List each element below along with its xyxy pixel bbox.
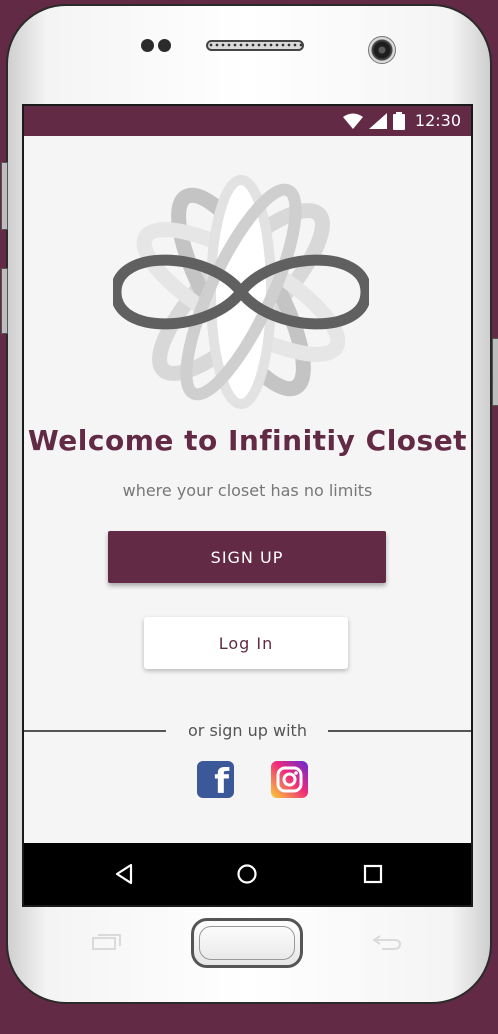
log-in-button[interactable]: Log In [144, 617, 348, 669]
power-button [492, 338, 498, 406]
back-key-icon [372, 935, 402, 950]
recents-icon[interactable] [361, 862, 385, 886]
welcome-screen: Welcome to Infinitiy Closet where your c… [24, 136, 471, 843]
facebook-letter: f [214, 762, 229, 802]
infinity-flower-logo [113, 175, 369, 409]
welcome-title: Welcome to Infinitiy Closet [27, 424, 468, 457]
recents-key-icon [92, 934, 121, 950]
sign-up-button[interactable]: SIGN UP [108, 531, 386, 583]
instagram-glyph [276, 766, 303, 793]
volume-button [1, 162, 8, 230]
front-camera [368, 36, 396, 64]
facebook-icon[interactable]: f [197, 761, 234, 802]
signal-icon [368, 112, 387, 129]
status-time: 12:30 [414, 111, 461, 130]
earpiece-speaker [206, 40, 304, 51]
navigation-bar [24, 843, 471, 905]
wifi-icon [342, 113, 363, 129]
instagram-icon[interactable] [271, 761, 308, 798]
welcome-subtitle: where your closet has no limits [122, 481, 373, 500]
hardware-home-button[interactable] [191, 918, 303, 968]
status-bar: 12:30 [24, 106, 471, 136]
battery-icon [392, 111, 405, 130]
home-icon[interactable] [235, 862, 259, 886]
sensor-dots [141, 39, 175, 57]
back-icon[interactable] [112, 862, 136, 886]
divider-line-right [328, 730, 471, 732]
phone-screen: 12:30 Welcome to Infinitiy Closet where … [22, 104, 473, 907]
volume-button [1, 268, 8, 334]
social-divider: or sign up with [24, 721, 471, 741]
